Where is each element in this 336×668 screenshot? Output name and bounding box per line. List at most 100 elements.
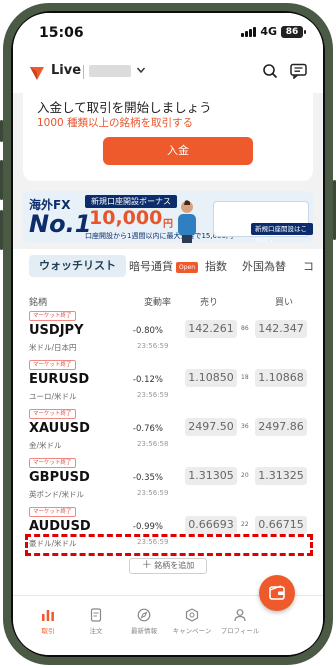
nav-label: 最新情報 [131,627,157,635]
row-spread: 36 [241,423,249,430]
app-header: Live [13,53,323,93]
row-spread: 86 [241,325,249,332]
account-type-label[interactable]: Live [51,63,81,78]
row-pair-name: ユーロ/米ドル [29,392,77,401]
table-row[interactable]: マーケット終了 EURUSD ユーロ/米ドル -0.12% 23:56:59 1… [13,360,323,409]
tab-indices[interactable]: 指数 [205,258,227,274]
sell-price-button[interactable]: 2497.50 [185,418,237,436]
buy-price-button[interactable]: 1.10868 [255,369,307,387]
banner-line: 口座開設から1週間以内に最大入金で15,000円 [85,232,233,240]
column-header-sell: 売り [200,298,219,308]
nav-item-orders[interactable]: 注文 [71,608,121,635]
banner-amount: 10,000 [89,207,163,229]
user-icon [234,609,246,622]
status-bar: 15:06 4G 86 [13,13,323,53]
sell-price-button[interactable]: 1.31305 [185,467,237,485]
buy-price-button[interactable]: 1.31325 [255,467,307,485]
app-screen: 15:06 4G 86 Live 入金して取引を開始しましょう 1000 種類以… [13,13,323,655]
market-closed-tag: マーケット終了 [29,409,76,419]
table-row[interactable]: マーケット終了 GBPUSD 英ポンド/米ドル -0.35% 23:56:59 … [13,458,323,507]
table-row[interactable]: マーケット終了 USDJPY 米ドル/日本円 -0.80% 23:56:59 1… [13,311,323,360]
order-document-icon [90,608,102,622]
row-spread: 18 [241,374,249,381]
add-symbol-button[interactable]: ＋ 銘柄を追加 [129,558,207,574]
buy-price-button[interactable]: 2497.86 [255,418,307,436]
nav-label: プロフィール [220,627,260,635]
nav-label: キャンペーン [172,627,212,635]
row-pair-name: 金/米ドル [29,441,62,450]
row-time: 23:56:58 [137,440,169,448]
row-time: 23:56:59 [137,489,169,497]
row-symbol: EURUSD [29,372,90,387]
add-symbol-label: 銘柄を追加 [154,561,195,570]
signal-icon [241,26,257,37]
row-change: -0.35% [132,473,163,483]
search-icon[interactable] [262,63,278,79]
network-type: 4G [260,25,277,38]
tab-forex[interactable]: 外国為替 [242,258,286,274]
tab-crypto-label: 暗号通貨 [129,260,173,273]
volume-down-button [0,210,3,250]
deposit-fab-button[interactable] [259,575,295,611]
phone-frame: 15:06 4G 86 Live 入金して取引を開始しましょう 1000 種類以… [0,0,336,668]
nav-item-campaign[interactable]: キャンペーン [167,608,217,635]
market-tabs: ウォッチリスト 暗号通貨 Open 指数 外国為替 コ [13,249,323,283]
battery-icon: 86 [281,25,306,38]
market-closed-tag: マーケット終了 [29,311,76,321]
app-logo-icon [30,67,44,80]
nav-item-trade[interactable]: 取引 [23,608,73,635]
campaign-hexagon-icon [185,608,199,622]
tab-crypto[interactable]: 暗号通貨 Open [129,258,199,274]
banner-cta[interactable]: 新規口座開設はこちら › [251,223,313,243]
column-header-buy: 買い [275,298,294,308]
nav-item-news[interactable]: 最新情報 [119,608,169,635]
banner-rank: No.1 [29,210,92,238]
column-header-change: 変動率 [144,298,172,308]
tab-commodities[interactable]: コ [303,258,314,274]
nav-label: 取引 [41,627,55,635]
account-divider [83,65,84,79]
row-pair-name: 米ドル/日本円 [29,343,77,352]
sell-price-button[interactable]: 1.10850 [185,369,237,387]
open-badge: Open [176,261,199,273]
row-spread: 22 [241,521,249,528]
message-icon[interactable] [290,63,307,79]
account-name-redacted[interactable] [89,65,131,77]
deposit-card: 入金して取引を開始しましょう 1000 種類以上の銘柄を取引する 入金 [23,93,313,181]
column-header-symbol: 銘柄 [29,298,48,308]
status-time: 15:06 [39,25,84,41]
highlight-annotation-box [25,534,313,556]
row-spread: 20 [241,472,249,479]
tab-watchlist[interactable]: ウォッチリスト [29,255,126,277]
deposit-button[interactable]: 入金 [103,137,253,165]
chevron-down-icon[interactable] [136,65,146,75]
row-time: 23:56:59 [137,391,169,399]
deposit-card-title: 入金して取引を開始しましょう [37,100,212,115]
mute-switch [0,120,3,142]
row-pair-name: 英ポンド/米ドル [29,490,85,499]
sell-price-button[interactable]: 0.66693 [185,516,237,534]
row-change: -0.76% [132,424,163,434]
banner-unit: 円 [163,219,173,230]
sell-price-button[interactable]: 142.261 [185,320,237,338]
deposit-card-subtitle: 1000 種類以上の銘柄を取引する [37,117,194,129]
compass-icon [137,608,151,622]
chart-bars-icon [42,610,54,621]
row-change: -0.12% [132,375,163,385]
row-change: -0.99% [132,522,163,532]
volume-up-button [0,160,3,200]
market-closed-tag: マーケット終了 [29,458,76,468]
buy-price-button[interactable]: 0.66715 [255,516,307,534]
buy-price-button[interactable]: 142.347 [255,320,307,338]
table-row[interactable]: マーケット終了 XAUUSD 金/米ドル -0.76% 23:56:58 249… [13,409,323,458]
row-symbol: USDJPY [29,323,84,338]
row-symbol: GBPUSD [29,470,90,485]
row-symbol: XAUUSD [29,421,90,436]
market-closed-tag: マーケット終了 [29,507,76,517]
nav-label: 注文 [89,627,103,635]
row-time: 23:56:59 [137,342,169,350]
row-change: -0.80% [132,326,163,336]
row-symbol: AUDUSD [29,519,91,534]
nav-item-profile[interactable]: プロフィール [215,608,265,635]
promo-banner[interactable]: 海外FX No.1 新規口座開設ボーナス 10,000 円 口座開設から1週間以… [23,191,313,243]
